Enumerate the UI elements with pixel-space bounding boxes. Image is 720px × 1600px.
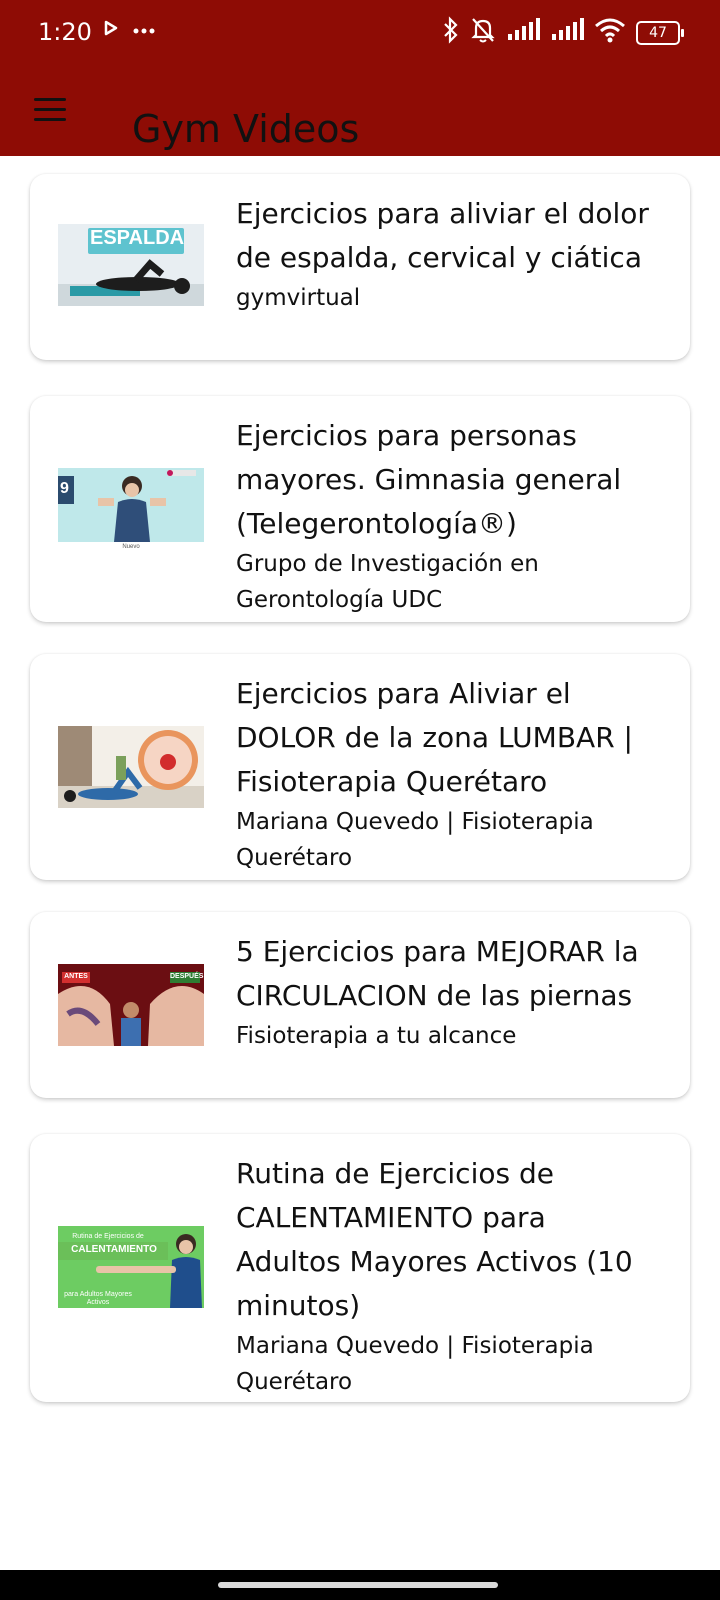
video-title: Ejercicios para Aliviar el DOLOR de la z… [236, 677, 633, 798]
thumbnail-caption: DESPUÉS [170, 973, 204, 980]
bluetooth-icon [442, 16, 460, 49]
video-thumbnail [58, 726, 204, 808]
svg-text:para Adultos Mayores: para Adultos Mayores [64, 1291, 132, 1298]
video-title: 5 Ejercicios para MEJORAR la CIRCULACION… [236, 935, 639, 1012]
video-card[interactable]: Rutina de Ejercicios de para Adultos May… [30, 1134, 690, 1402]
app-bar: Gym Videos [0, 64, 720, 156]
svg-text:Activos: Activos [87, 1299, 110, 1306]
thumbnail-caption: 9 [60, 480, 69, 497]
play-icon [104, 20, 118, 41]
video-card[interactable]: ESPALDA Ejercicios para aliviar el dolor… [30, 174, 690, 360]
video-channel: Fisioterapia a tu alcance [236, 1023, 517, 1049]
signal-icon [506, 18, 540, 47]
video-title: Ejercicios para aliviar el dolor de espa… [236, 197, 649, 274]
thumbnail-caption: ESPALDA [90, 227, 185, 249]
video-channel: gymvirtual [236, 285, 361, 311]
video-title: Rutina de Ejercicios de CALENTAMIENTO pa… [236, 1157, 633, 1322]
home-indicator[interactable] [218, 1582, 498, 1588]
video-channel: Grupo de Investigación en Gerontología U… [236, 551, 539, 613]
more-dots-icon [132, 22, 156, 40]
status-bar: 1:20 47 [0, 0, 720, 64]
video-thumbnail: ESPALDA [58, 224, 204, 306]
svg-text:Nuevo: Nuevo [122, 544, 140, 550]
battery-icon: 47 [636, 20, 684, 45]
page-title: Gym Videos [132, 107, 360, 152]
video-thumbnail: Nuevo 9 [58, 468, 204, 550]
wifi-icon [594, 17, 626, 48]
thumbnail-caption: ANTES [64, 973, 88, 980]
video-card[interactable]: Nuevo 9 Ejercicios para personas mayores… [30, 396, 690, 622]
video-channel: Mariana Quevedo | Fisioterapia Querétaro [236, 809, 594, 871]
hamburger-menu-icon[interactable] [30, 90, 70, 130]
signal-icon [550, 18, 584, 47]
bell-off-icon [470, 16, 496, 49]
svg-text:Rutina de Ejercicios de: Rutina de Ejercicios de [72, 1233, 144, 1240]
video-card[interactable]: ANTES DESPUÉS 5 Ejercicios para MEJORAR … [30, 912, 690, 1098]
video-card[interactable]: Ejercicios para Aliviar el DOLOR de la z… [30, 654, 690, 880]
video-thumbnail: Rutina de Ejercicios de para Adultos May… [58, 1226, 204, 1308]
video-thumbnail: ANTES DESPUÉS [58, 964, 204, 1046]
video-title: Ejercicios para personas mayores. Gimnas… [236, 419, 622, 540]
video-channel: Mariana Quevedo | Fisioterapia Querétaro [236, 1333, 594, 1395]
thumbnail-caption: CALENTAMIENTO [71, 1244, 157, 1255]
status-time: 1:20 [38, 18, 92, 46]
